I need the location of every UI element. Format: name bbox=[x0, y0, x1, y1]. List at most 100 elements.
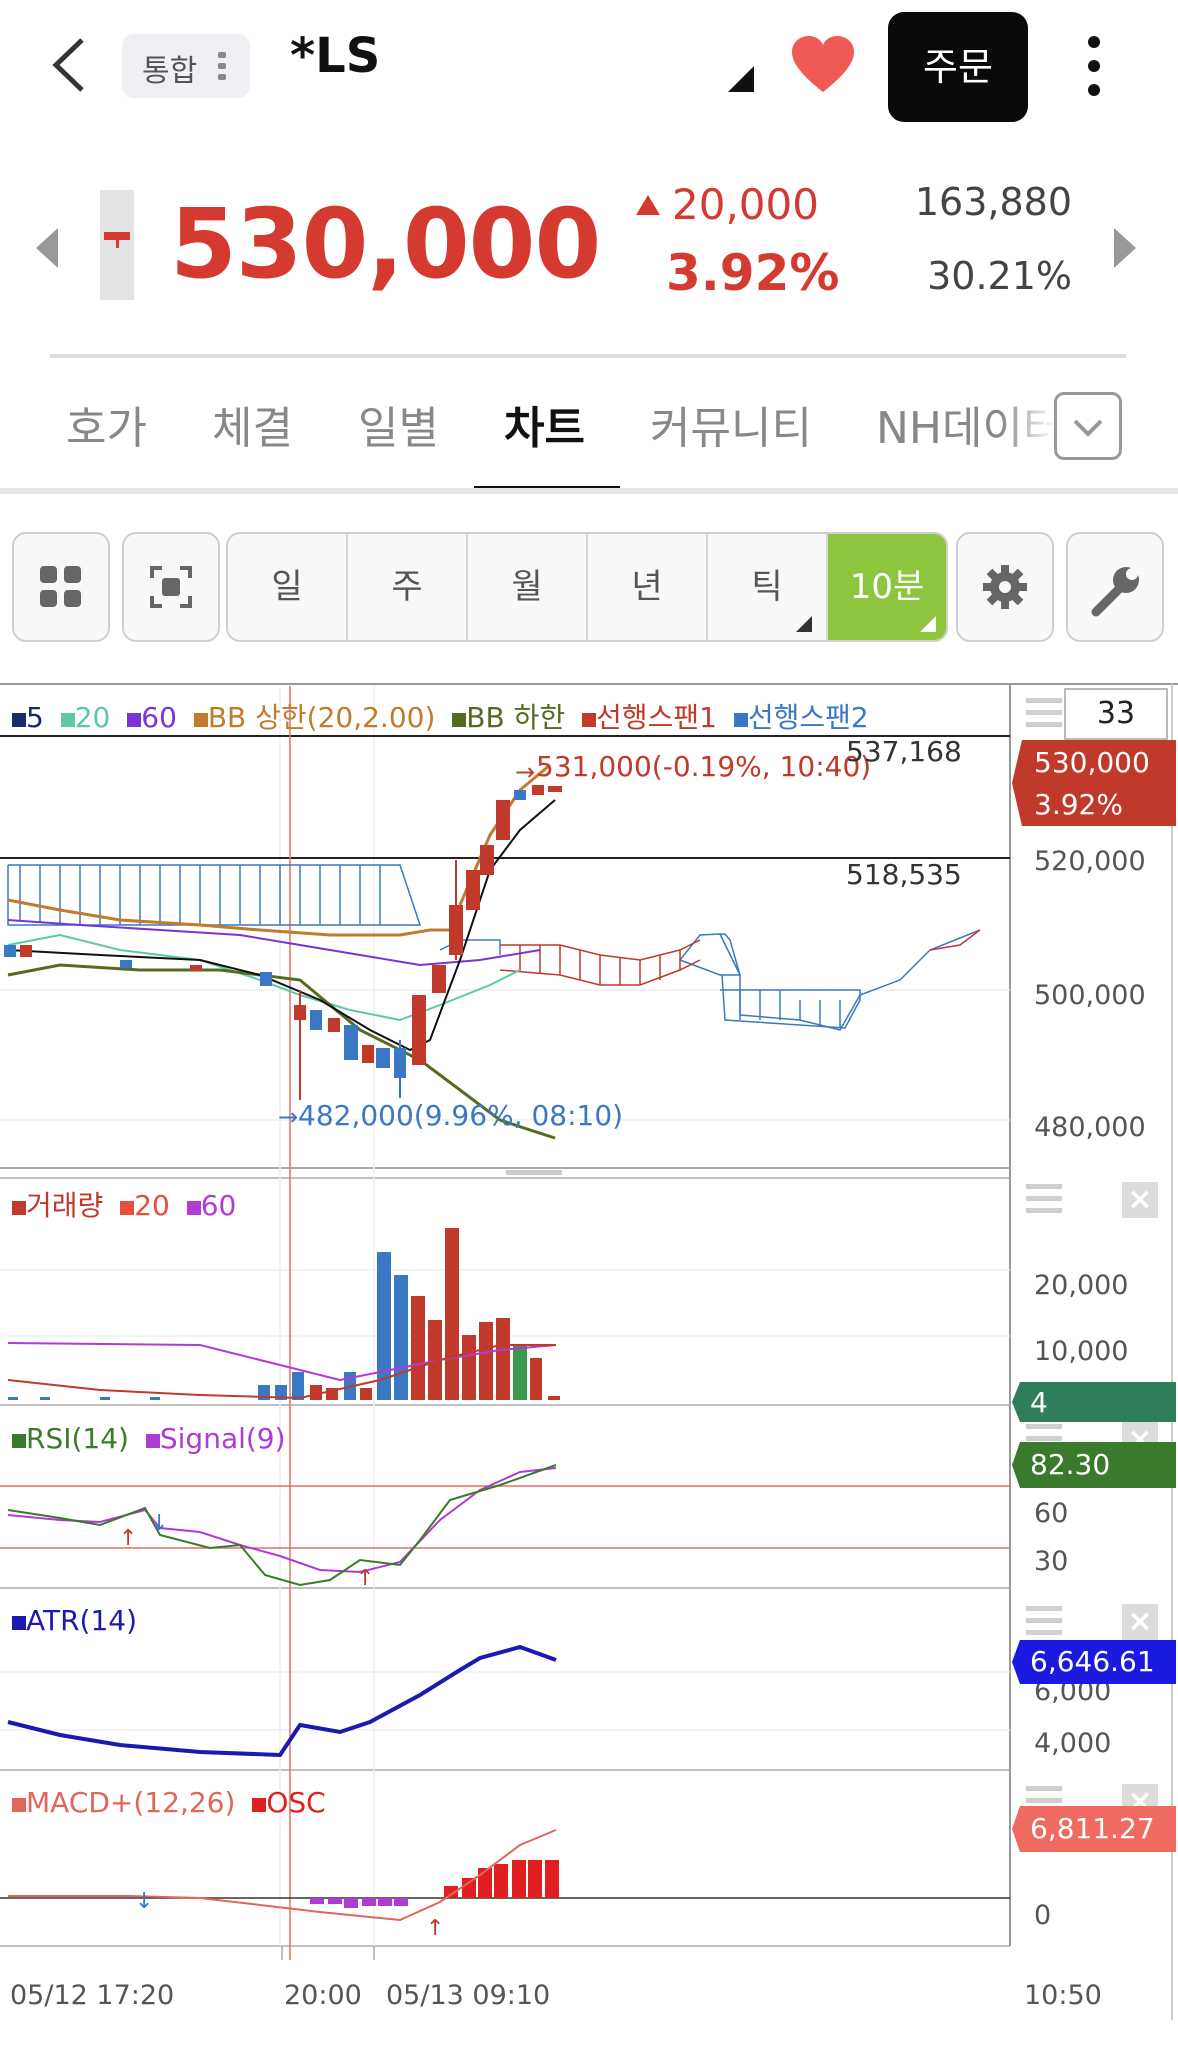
wrench-icon bbox=[1091, 567, 1139, 617]
legend-swatch bbox=[127, 713, 142, 727]
legend-label: 거래량 bbox=[26, 1189, 104, 1222]
tab-trades[interactable]: 체결 bbox=[212, 392, 293, 456]
market-tag[interactable]: 통합 bbox=[122, 34, 250, 98]
price-change: 20,000 bbox=[636, 180, 819, 229]
x-tick: 10:50 bbox=[1024, 1980, 1102, 2011]
prev-stock-arrow-icon[interactable] bbox=[36, 228, 58, 268]
fullscreen-button[interactable] bbox=[122, 532, 220, 642]
tab-fade bbox=[1000, 380, 1056, 470]
legend-swatch bbox=[186, 1201, 201, 1215]
volume-legend: 거래량 20 60 bbox=[12, 1184, 236, 1224]
legend-ma5: 5 bbox=[12, 701, 44, 734]
next-stock-arrow-icon[interactable] bbox=[1114, 228, 1136, 268]
x-tick: 05/13 09:10 bbox=[386, 1980, 551, 2011]
favorite-heart-icon[interactable] bbox=[790, 34, 856, 96]
tab-expand-chevron-icon[interactable] bbox=[1054, 392, 1122, 460]
main-chart-menu-icon[interactable] bbox=[1026, 698, 1062, 734]
legend-swatch bbox=[252, 1798, 267, 1812]
atr-menu-icon[interactable] bbox=[1026, 1606, 1062, 1642]
rsi-legend: RSI(14) Signal(9) bbox=[12, 1422, 286, 1455]
trade-volume: 163,880 bbox=[914, 180, 1072, 224]
period-year[interactable]: 년 bbox=[588, 534, 708, 640]
tab-hoga[interactable]: 호가 bbox=[66, 392, 147, 456]
fullscreen-icon bbox=[150, 566, 192, 608]
svg-text:↓: ↓ bbox=[150, 1511, 168, 1536]
legend-label: 20 bbox=[74, 701, 111, 734]
volume-menu-icon[interactable] bbox=[1026, 1184, 1062, 1220]
legend-label: 5 bbox=[26, 701, 44, 734]
tab-chart[interactable]: 차트 bbox=[504, 392, 585, 456]
tab-community[interactable]: 커뮤니티 bbox=[650, 392, 812, 456]
section-divider bbox=[0, 488, 1178, 494]
legend-label: RSI(14) bbox=[26, 1422, 129, 1455]
stock-chart[interactable]: → → ↑ ↓ ↑ ↓ ↑ bbox=[0, 680, 1178, 2060]
legend-label: ATR(14) bbox=[26, 1604, 138, 1637]
period-month[interactable]: 월 bbox=[468, 534, 588, 640]
price-change-value: 20,000 bbox=[672, 180, 819, 229]
legend-label: Signal(9) bbox=[159, 1422, 286, 1455]
low-price-note: 482,000(9.96%, 08:10) bbox=[298, 1099, 624, 1132]
gear-icon bbox=[983, 565, 1027, 609]
volume-badge-value: 4 bbox=[1030, 1386, 1048, 1419]
divider bbox=[50, 354, 1126, 358]
current-price: 530,000 bbox=[170, 188, 601, 300]
price-change-pct: 3.92% bbox=[666, 244, 840, 302]
y-tick: 4,000 bbox=[1034, 1728, 1112, 1759]
svg-text:↑: ↑ bbox=[356, 1566, 374, 1591]
legend-label: BB 하한 bbox=[466, 701, 566, 734]
legend-label: 20 bbox=[134, 1189, 170, 1222]
grid-icon bbox=[40, 566, 81, 607]
atr-close-icon[interactable]: × bbox=[1122, 1604, 1158, 1640]
volume-close-icon[interactable]: × bbox=[1122, 1182, 1158, 1218]
back-arrow-icon[interactable] bbox=[44, 30, 104, 100]
stock-name[interactable]: *LS bbox=[290, 28, 380, 84]
tab-daily[interactable]: 일별 bbox=[358, 392, 439, 456]
upper-line-label: 537,168 bbox=[846, 735, 962, 768]
settings-button[interactable] bbox=[956, 532, 1054, 642]
dropdown-triangle-icon[interactable] bbox=[728, 66, 754, 92]
legend-label: 60 bbox=[141, 701, 177, 734]
current-price-badge-value: 530,000 bbox=[1034, 746, 1150, 779]
volume-ratio: 30.21% bbox=[927, 254, 1072, 298]
bar-count-field[interactable]: 33 bbox=[1064, 688, 1168, 740]
rsi-badge-value: 82.30 bbox=[1030, 1448, 1111, 1481]
market-tag-label: 통합 bbox=[142, 54, 198, 89]
x-tick: 05/12 17:20 bbox=[10, 1980, 175, 2011]
period-day[interactable]: 일 bbox=[228, 534, 348, 640]
legend-bb-lower: BB 하한 bbox=[444, 701, 565, 734]
y-tick: 60 bbox=[1034, 1498, 1069, 1529]
y-tick: 0 bbox=[1034, 1900, 1052, 1931]
legend-swatch bbox=[582, 713, 597, 727]
y-tick: 520,000 bbox=[1034, 846, 1146, 877]
legend-swatch bbox=[12, 1201, 26, 1215]
svg-text:→: → bbox=[515, 758, 535, 786]
legend-swatch bbox=[60, 713, 75, 727]
10min-corner-icon bbox=[920, 616, 936, 632]
legend-swatch bbox=[733, 713, 748, 727]
legend-label: 선행스팬1 bbox=[596, 701, 717, 734]
svg-text:→: → bbox=[278, 1103, 298, 1131]
layout-grid-button[interactable] bbox=[12, 532, 110, 642]
tools-button[interactable] bbox=[1066, 532, 1164, 642]
tick-corner-icon bbox=[796, 616, 812, 632]
macd-badge-value: 6,811.27 bbox=[1030, 1812, 1155, 1845]
high-price-note: 531,000(-0.19%, 10:40) bbox=[536, 750, 872, 783]
legend-span1: 선행스팬1 bbox=[574, 701, 717, 734]
legend-ma20: 20 bbox=[53, 701, 111, 734]
legend-bb-upper: BB 상한(20,2.00) bbox=[186, 701, 435, 734]
macd-legend: MACD+(12,26) OSC bbox=[12, 1786, 326, 1819]
svg-text:↑: ↑ bbox=[426, 1916, 444, 1941]
more-menu-icon[interactable] bbox=[1088, 36, 1102, 108]
legend-swatch bbox=[120, 1201, 135, 1215]
legend-label: OSC bbox=[266, 1786, 326, 1819]
legend-swatch bbox=[452, 713, 467, 727]
legend-span2: 선행스팬2 bbox=[726, 701, 869, 734]
period-selector: 일 주 월 년 틱 10분 bbox=[226, 532, 948, 642]
mini-candle-icon bbox=[100, 190, 134, 300]
y-tick: 480,000 bbox=[1034, 1112, 1146, 1143]
period-week[interactable]: 주 bbox=[348, 534, 468, 640]
legend-ma60: 60 bbox=[119, 701, 177, 734]
legend-label: MACD+(12,26) bbox=[26, 1786, 236, 1819]
legend-label: 60 bbox=[200, 1189, 237, 1222]
order-button[interactable]: 주문 bbox=[888, 12, 1028, 122]
